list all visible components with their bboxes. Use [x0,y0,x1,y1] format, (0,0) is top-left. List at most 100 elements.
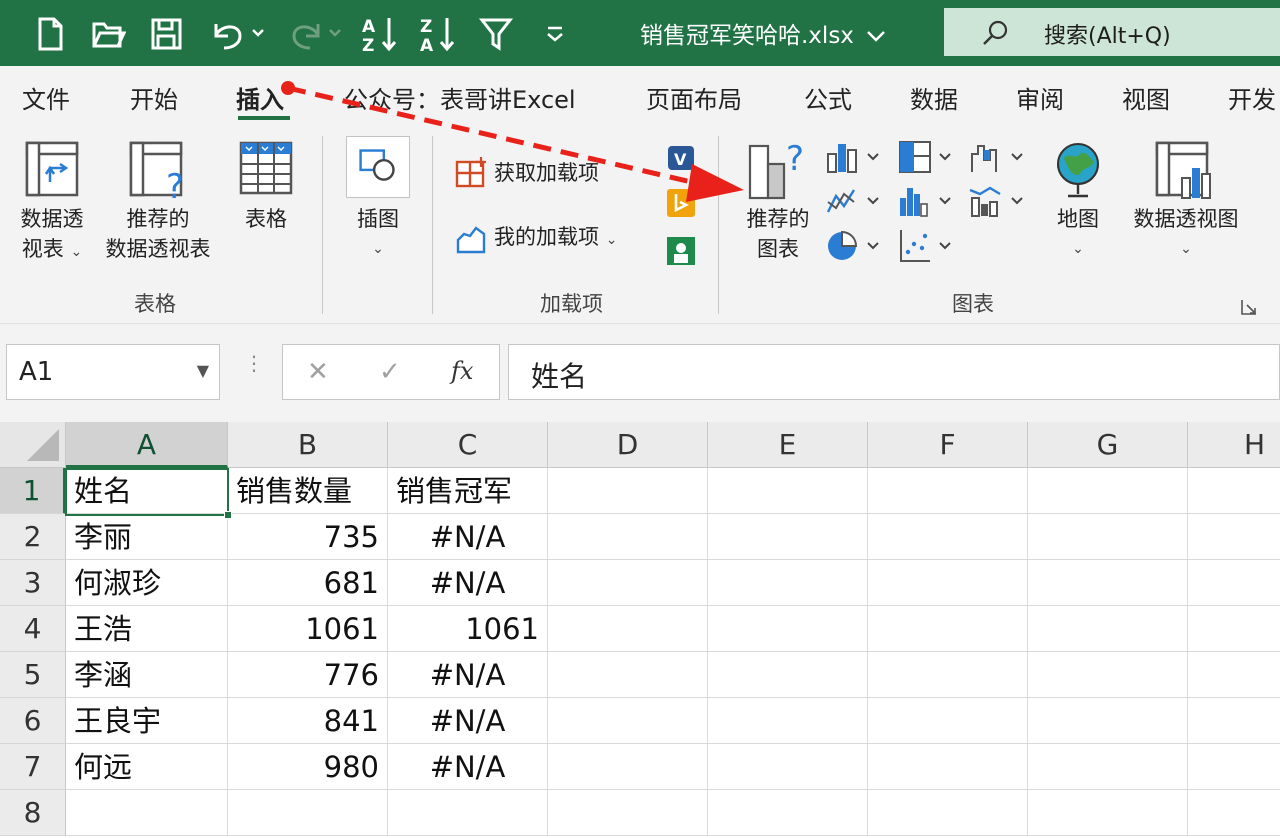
tab-insert[interactable]: 插入 [236,80,284,115]
cell-b8[interactable] [228,790,388,836]
tab-page-layout[interactable]: 页面布局 [646,80,742,115]
sort-descending-icon[interactable]: ZA [420,14,456,56]
cell-a8[interactable] [66,790,228,836]
open-folder-icon[interactable] [90,14,127,54]
tab-data[interactable]: 数据 [910,80,958,115]
cell-d2[interactable] [548,514,708,560]
cell-h3[interactable] [1188,560,1280,606]
pivot-table-icon[interactable] [24,140,80,198]
pie-chart-icon[interactable] [826,228,880,264]
pivot-chart-icon[interactable] [1154,140,1218,202]
cell-e2[interactable] [708,514,868,560]
cell-h8[interactable] [1188,790,1280,836]
row-header-2[interactable]: 2 [0,514,66,560]
cell-g2[interactable] [1028,514,1188,560]
cell-b6[interactable]: 841 [228,698,388,744]
tab-view[interactable]: 视图 [1122,80,1170,115]
fill-handle[interactable] [224,511,232,519]
cell-d3[interactable] [548,560,708,606]
scatter-chart-icon[interactable] [898,228,952,264]
document-title[interactable]: 销售冠军笑哈哈.xlsx [640,16,887,50]
cell-g4[interactable] [1028,606,1188,652]
people-graph-icon[interactable] [666,236,696,266]
tab-home[interactable]: 开始 [130,80,178,115]
visio-icon[interactable]: V [666,144,696,172]
cell-e8[interactable] [708,790,868,836]
cell-d8[interactable] [548,790,708,836]
tab-formulas[interactable]: 公式 [804,80,852,115]
cell-g1[interactable] [1028,468,1188,514]
cancel-icon[interactable]: ✕ [307,357,329,387]
cell-g5[interactable] [1028,652,1188,698]
cell-e5[interactable] [708,652,868,698]
my-addins-button[interactable]: 我的加载项 ⌄ [494,222,617,255]
row-header-7[interactable]: 7 [0,744,66,790]
cell-f6[interactable] [868,698,1028,744]
cell-h5[interactable] [1188,652,1280,698]
recommended-pivot-icon[interactable]: ? [128,140,192,202]
cell-h4[interactable] [1188,606,1280,652]
row-header-5[interactable]: 5 [0,652,66,698]
formula-input[interactable]: 姓名 [508,344,1280,400]
cell-f4[interactable] [868,606,1028,652]
cell-a4[interactable]: 王浩 [66,606,228,652]
column-header-d[interactable]: D [548,422,708,468]
cell-h6[interactable] [1188,698,1280,744]
line-chart-icon[interactable] [826,184,880,218]
cell-c7[interactable]: #N/A [388,744,548,790]
dialog-launcher-icon[interactable] [1240,298,1258,316]
tab-review[interactable]: 审阅 [1016,80,1064,115]
cell-c1[interactable]: 销售冠军 [388,468,548,514]
cell-c3[interactable]: #N/A [388,560,548,606]
cell-h2[interactable] [1188,514,1280,560]
tab-official-account[interactable]: 公众号：表哥讲Excel [344,80,576,115]
cell-f3[interactable] [868,560,1028,606]
dropdown-arrow-icon[interactable]: ▼ [197,361,209,380]
column-header-h[interactable]: H [1188,422,1280,468]
cell-d7[interactable] [548,744,708,790]
cell-b5[interactable]: 776 [228,652,388,698]
worksheet-grid[interactable]: A B C D E F G H 1 2 3 4 5 6 7 8 姓名 销售数量 销售… [0,422,1280,838]
row-header-8[interactable]: 8 [0,790,66,836]
row-header-4[interactable]: 4 [0,606,66,652]
table-icon[interactable] [238,140,294,196]
search-box[interactable]: 搜索(Alt+Q) [944,8,1280,56]
cell-a5[interactable]: 李涵 [66,652,228,698]
column-header-a[interactable]: A [66,422,228,468]
cell-b3[interactable]: 681 [228,560,388,606]
row-header-6[interactable]: 6 [0,698,66,744]
cell-f5[interactable] [868,652,1028,698]
cell-f2[interactable] [868,514,1028,560]
cell-b2[interactable]: 735 [228,514,388,560]
cell-e7[interactable] [708,744,868,790]
get-addins-button[interactable]: 获取加载项 [494,158,599,188]
cell-f7[interactable] [868,744,1028,790]
column-header-g[interactable]: G [1028,422,1188,468]
tab-developer[interactable]: 开发 [1228,80,1276,115]
cell-a2[interactable]: 李丽 [66,514,228,560]
recommended-charts-icon[interactable]: ? [746,138,812,202]
statistic-chart-icon[interactable] [898,184,952,218]
select-all-button[interactable] [0,422,66,468]
enter-icon[interactable]: ✓ [379,357,401,387]
cell-f1[interactable] [868,468,1028,514]
pivot-table-button[interactable]: 数据透 视表 ⌄ [14,204,90,267]
row-header-3[interactable]: 3 [0,560,66,606]
new-file-icon[interactable] [32,14,68,54]
column-chart-icon[interactable] [826,140,880,174]
table-button[interactable]: 表格 [236,204,296,234]
maps-button[interactable]: 地图 ⌄ [1046,204,1110,264]
column-header-c[interactable]: C [388,422,548,468]
cell-d4[interactable] [548,606,708,652]
bing-icon[interactable] [666,188,696,218]
cell-a6[interactable]: 王良宇 [66,698,228,744]
cell-a1[interactable]: 姓名 [66,468,228,514]
waterfall-chart-icon[interactable] [968,140,1026,174]
cell-d5[interactable] [548,652,708,698]
tab-file[interactable]: 文件 [22,80,70,115]
row-header-1[interactable]: 1 [0,468,66,514]
cell-c5[interactable]: #N/A [388,652,548,698]
cell-e4[interactable] [708,606,868,652]
cell-g3[interactable] [1028,560,1188,606]
sort-ascending-icon[interactable]: AZ [362,14,398,56]
